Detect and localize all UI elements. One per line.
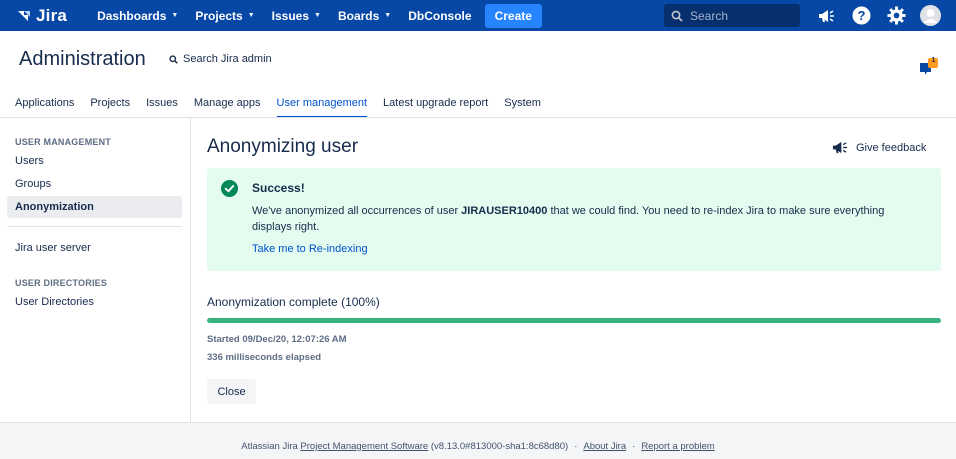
notification-count: 1 xyxy=(931,57,936,64)
nav-menu: Dashboards ▼ Projects ▼ Issues ▼ Boards ▼ Db… xyxy=(97,3,542,28)
admin-tabs: Applications Projects Issues Manage apps… xyxy=(15,96,557,118)
nav-boards-label: Boards xyxy=(337,8,380,23)
settings-icon[interactable] xyxy=(886,5,907,26)
jira-logo-icon xyxy=(18,10,30,21)
sidebar-item-anonymization[interactable]: Anonymization xyxy=(7,196,182,218)
logo-text: Jira xyxy=(36,5,68,25)
give-feedback-label: Give feedback xyxy=(856,141,927,154)
megaphone-icon xyxy=(832,141,847,154)
search-box[interactable] xyxy=(664,4,800,27)
megaphone-icon[interactable] xyxy=(815,5,836,26)
search-input[interactable] xyxy=(690,8,790,23)
chevron-down-icon: ▼ xyxy=(171,12,179,19)
nav-dashboards[interactable]: Dashboards ▼ xyxy=(97,9,178,23)
sidebar-item-jira-user-server[interactable]: Jira user server xyxy=(7,237,182,259)
nav-projects-label: Projects xyxy=(195,8,243,23)
tab-applications[interactable]: Applications xyxy=(15,96,74,118)
footer-version: (v8.13.0#813000-sha1:8c68d80) xyxy=(428,441,569,452)
nav-boards[interactable]: Boards ▼ xyxy=(338,9,391,23)
tab-issues[interactable]: Issues xyxy=(146,96,178,118)
elapsed-time: 336 milliseconds elapsed xyxy=(207,352,322,363)
progress-bar xyxy=(207,318,941,323)
close-button[interactable]: Close xyxy=(207,379,256,404)
footer-separator: · xyxy=(632,441,636,452)
success-body-before: We've anonymized all occurrences of user xyxy=(252,205,462,217)
chevron-down-icon: ▼ xyxy=(314,12,321,19)
nav-projects[interactable]: Projects ▼ xyxy=(195,9,254,23)
started-timestamp: Started 09/Dec/20, 12:07:26 AM xyxy=(207,334,347,345)
nav-issues[interactable]: Issues ▼ xyxy=(272,9,321,23)
top-navigation-bar: Jira Dashboards ▼ Projects ▼ Issues ▼ Board… xyxy=(0,0,956,31)
sidebar-item-groups[interactable]: Groups xyxy=(7,173,182,195)
chevron-down-icon: ▼ xyxy=(384,12,392,19)
tab-latest-upgrade-report[interactable]: Latest upgrade report xyxy=(383,96,488,118)
main-title: Anonymizing user xyxy=(207,136,359,157)
footer-product-link[interactable]: Project Management Software xyxy=(300,441,428,452)
tab-user-management[interactable]: User management xyxy=(276,96,367,118)
footer-prefix: Atlassian Jira xyxy=(241,441,301,452)
jira-logo[interactable]: Jira xyxy=(16,6,67,26)
progress-title: Anonymization complete (100%) xyxy=(207,295,380,309)
tab-system[interactable]: System xyxy=(504,96,541,118)
give-feedback-button[interactable]: Give feedback xyxy=(831,140,926,155)
search-jira-admin[interactable]: Search Jira admin xyxy=(169,53,272,65)
nav-issues-label: Issues xyxy=(271,8,310,23)
progress-bar-fill xyxy=(207,318,941,323)
anonymized-username: JIRAUSER10400 xyxy=(461,205,548,217)
page-title: Administration xyxy=(19,48,146,70)
nav-dashboards-label: Dashboards xyxy=(97,8,167,23)
sidebar-item-users[interactable]: Users xyxy=(7,150,182,172)
help-icon[interactable]: ? xyxy=(851,5,872,26)
svg-text:?: ? xyxy=(858,8,866,23)
check-circle-icon xyxy=(221,180,238,197)
sidebar-divider xyxy=(7,226,182,227)
search-icon xyxy=(169,54,178,64)
search-icon xyxy=(671,10,683,22)
footer-report-link[interactable]: Report a problem xyxy=(641,441,714,452)
create-button[interactable]: Create xyxy=(484,3,542,28)
sidebar: USER MANAGEMENT Users Groups Anonymizati… xyxy=(0,118,191,422)
footer-about-link[interactable]: About Jira xyxy=(583,441,626,452)
footer: Atlassian Jira Project Management Softwa… xyxy=(0,422,956,459)
footer-text: Atlassian Jira Project Management Softwa… xyxy=(0,441,956,452)
footer-separator: · xyxy=(574,441,578,452)
success-title: Success! xyxy=(252,181,305,195)
sidebar-heading-user-directories: USER DIRECTORIES xyxy=(15,278,108,288)
success-body: We've anonymized all occurrences of user… xyxy=(252,203,912,235)
sidebar-heading-user-management: USER MANAGEMENT xyxy=(15,137,112,147)
reindexing-link[interactable]: Take me to Re-indexing xyxy=(252,243,368,255)
tab-projects[interactable]: Projects xyxy=(90,96,130,118)
tab-manage-apps[interactable]: Manage apps xyxy=(194,96,261,118)
notifications-button[interactable]: 1 xyxy=(918,57,938,78)
nav-dbconsole[interactable]: DbConsole xyxy=(408,9,471,23)
success-message: Success! We've anonymized all occurrence… xyxy=(207,168,941,271)
chevron-down-icon: ▼ xyxy=(247,12,255,19)
avatar-icon[interactable] xyxy=(920,5,941,26)
search-jira-admin-label: Search Jira admin xyxy=(183,53,272,65)
sidebar-item-user-directories[interactable]: User Directories xyxy=(7,291,182,313)
nav-dbconsole-label: DbConsole xyxy=(408,8,472,23)
